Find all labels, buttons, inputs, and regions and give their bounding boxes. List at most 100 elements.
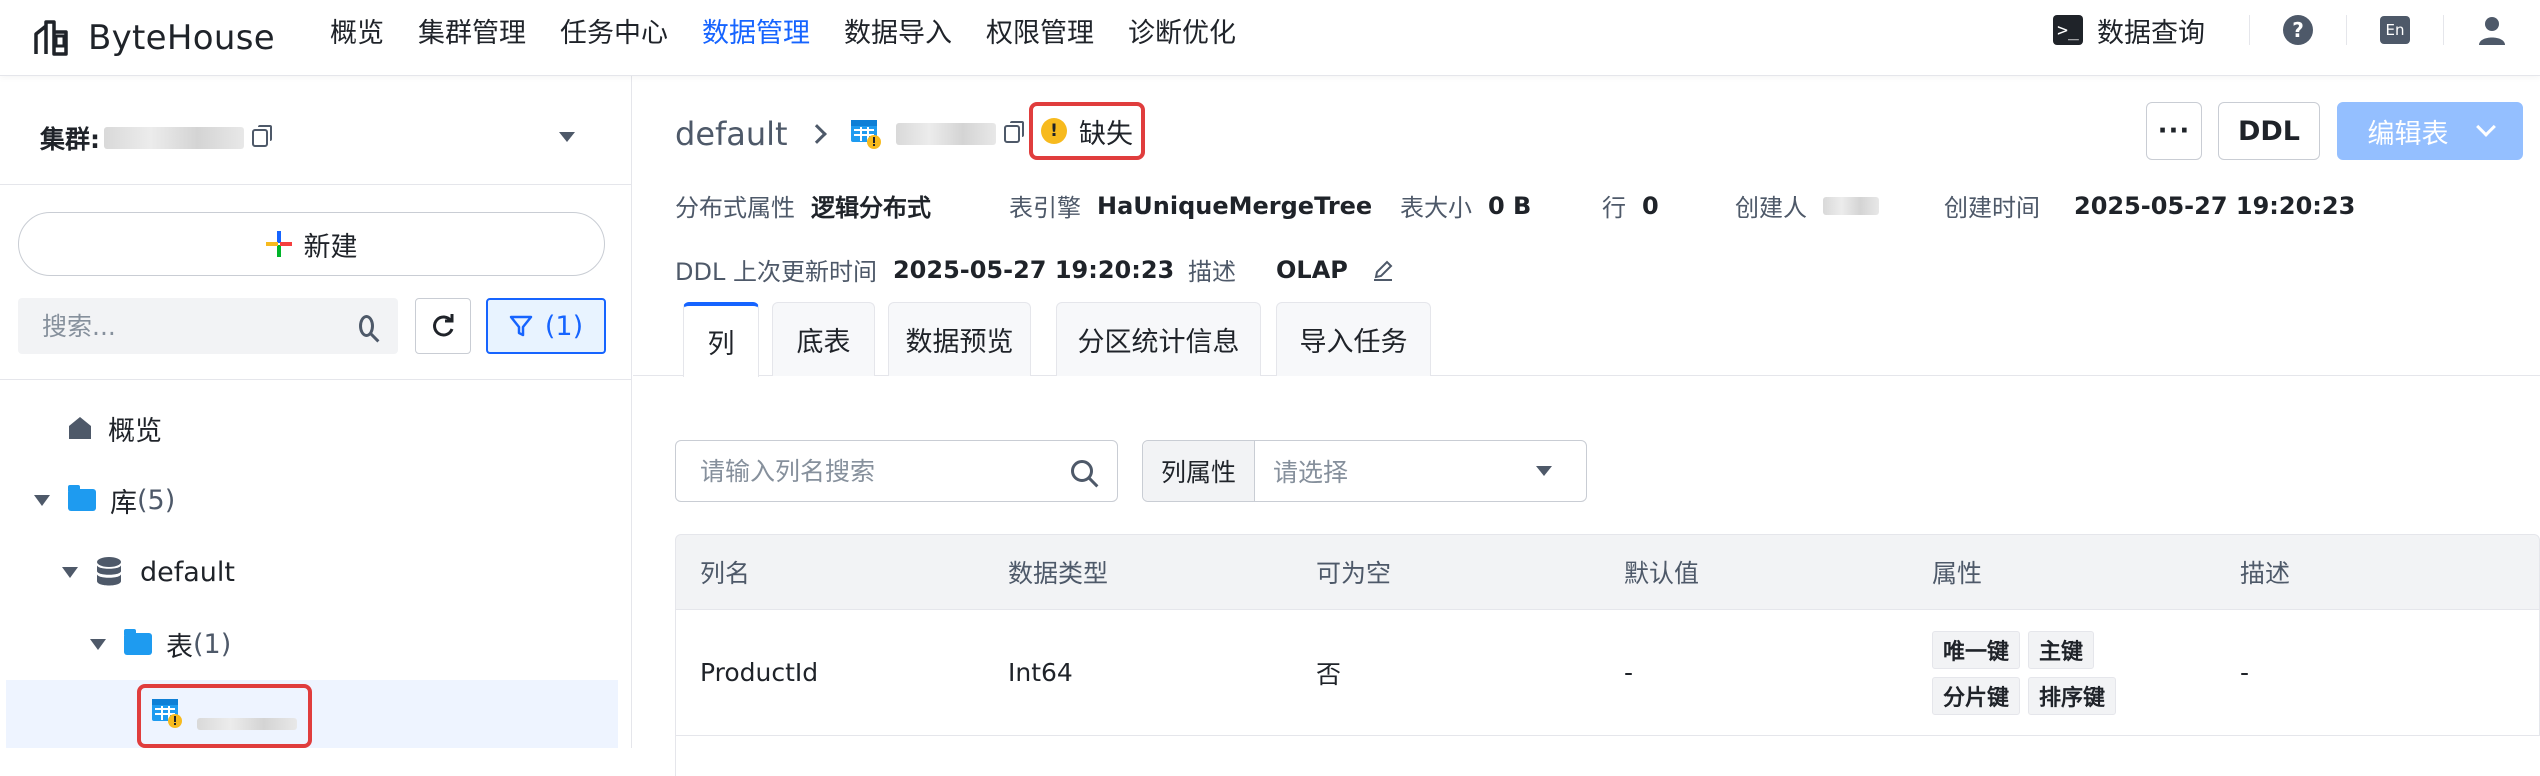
tag-shard-key: 分片键 bbox=[1932, 676, 2021, 715]
nav-item-tasks[interactable]: 任务中心 bbox=[560, 11, 668, 50]
table-warning-icon bbox=[850, 120, 881, 149]
terminal-icon: >_ bbox=[2053, 15, 2083, 45]
table-warning-icon bbox=[152, 699, 182, 728]
expand-arrow-icon[interactable] bbox=[34, 494, 50, 506]
column-attribute-select[interactable]: 列属性 请选择 bbox=[1142, 440, 1587, 502]
tree-item-label: default bbox=[140, 556, 236, 588]
edit-table-button[interactable]: 编辑表 bbox=[2337, 102, 2523, 160]
divider bbox=[2346, 15, 2347, 45]
meta-key: 分布式属性 bbox=[675, 194, 795, 222]
cluster-label: 集群: bbox=[40, 125, 100, 154]
divider bbox=[2249, 15, 2250, 45]
status-badge: ! 缺失 bbox=[1029, 102, 1145, 160]
meta-value: 0 B bbox=[1488, 191, 1532, 220]
help-button[interactable]: ? bbox=[2274, 15, 2322, 45]
tree-item-database[interactable]: default bbox=[62, 547, 235, 597]
tab-columns[interactable]: 列 bbox=[683, 302, 759, 377]
tab-partition-stats[interactable]: 分区统计信息 bbox=[1056, 302, 1261, 376]
column-search-input[interactable] bbox=[700, 456, 1071, 486]
top-right-tools: >_ 数据查询 ? En bbox=[2053, 0, 2540, 60]
help-icon: ? bbox=[2283, 15, 2313, 45]
user-menu-button[interactable] bbox=[2468, 14, 2516, 46]
tab-data-preview[interactable]: 数据预览 bbox=[888, 302, 1031, 376]
folder-icon bbox=[124, 629, 152, 655]
divider bbox=[0, 184, 631, 185]
refresh-icon bbox=[433, 314, 454, 337]
nav-item-data-management[interactable]: 数据管理 bbox=[702, 11, 810, 50]
status-label: 缺失 bbox=[1079, 118, 1133, 150]
table-name-redacted bbox=[895, 123, 996, 145]
data-query-label: 数据查询 bbox=[2097, 17, 2205, 49]
brand-name: ByteHouse bbox=[88, 18, 275, 58]
tree-item-label: 库 bbox=[110, 487, 137, 519]
search-icon[interactable] bbox=[359, 315, 374, 337]
header-data-type: 数据类型 bbox=[1008, 559, 1109, 588]
header-attributes: 属性 bbox=[1932, 559, 1983, 588]
bytehouse-logo-icon bbox=[34, 20, 68, 56]
chevron-right-icon bbox=[806, 124, 827, 144]
meta-rows: 行 0 bbox=[1602, 188, 1659, 223]
nav-item-clusters[interactable]: 集群管理 bbox=[418, 11, 526, 50]
copy-icon[interactable] bbox=[252, 125, 272, 147]
meta-key: DDL 上次更新时间 bbox=[675, 258, 877, 286]
plus-icon bbox=[265, 231, 292, 257]
tab-import-tasks[interactable]: 导入任务 bbox=[1276, 302, 1431, 376]
tree-item-overview[interactable]: 概览 bbox=[66, 403, 162, 453]
edit-table-label: 编辑表 bbox=[2367, 118, 2449, 150]
nav-item-data-import[interactable]: 数据导入 bbox=[844, 11, 952, 50]
meta-key: 描述 bbox=[1188, 258, 1236, 286]
new-button[interactable]: 新建 bbox=[18, 212, 605, 276]
highlight-box bbox=[137, 684, 312, 748]
divider bbox=[2443, 15, 2444, 45]
tree-item-table-selected[interactable] bbox=[6, 680, 618, 748]
meta-key: 创建人 bbox=[1735, 194, 1807, 222]
language-button[interactable]: En bbox=[2371, 16, 2419, 44]
meta-value: 0 bbox=[1642, 191, 1659, 220]
home-icon bbox=[69, 417, 91, 439]
chevron-down-icon[interactable] bbox=[559, 132, 575, 142]
meta-value: 2025-05-27 19:20:23 bbox=[892, 255, 1175, 284]
tree-item-libraries[interactable]: 库 (5) bbox=[34, 475, 175, 525]
more-button[interactable]: ··· bbox=[2146, 102, 2202, 160]
nav-item-overview[interactable]: 概览 bbox=[330, 11, 384, 50]
search-icon[interactable] bbox=[1071, 460, 1093, 482]
tab-base-table[interactable]: 底表 bbox=[772, 302, 875, 376]
column-attribute-placeholder[interactable]: 请选择 bbox=[1255, 453, 1536, 489]
filter-button[interactable]: (1) bbox=[486, 298, 606, 354]
meta-key: 创建时间 bbox=[1944, 194, 2040, 222]
filter-count: (1) bbox=[544, 310, 584, 342]
edit-pencil-icon[interactable] bbox=[1372, 259, 1394, 281]
table-row bbox=[675, 736, 2540, 776]
data-query-button[interactable]: >_ 数据查询 bbox=[2053, 11, 2205, 50]
meta-creator: 创建人 bbox=[1735, 188, 1879, 223]
meta-engine: 表引擎 HaUniqueMergeTree bbox=[1009, 188, 1372, 223]
copy-icon[interactable] bbox=[1003, 121, 1024, 143]
tab-bar: 列 底表 数据预览 分区统计信息 导入任务 bbox=[633, 300, 2540, 377]
table-row[interactable]: ProductId Int64 否 - 唯一键 主键 分片键 排序键 - bbox=[675, 610, 2540, 736]
breadcrumb: default bbox=[675, 106, 1024, 162]
new-button-label: 新建 bbox=[303, 231, 358, 263]
expand-arrow-icon[interactable] bbox=[62, 566, 78, 578]
nav-item-permissions[interactable]: 权限管理 bbox=[986, 11, 1094, 50]
tree-item-count: (1) bbox=[193, 628, 232, 660]
sidebar-search[interactable] bbox=[18, 298, 398, 354]
creator-redacted bbox=[1823, 196, 1879, 215]
breadcrumb-db[interactable]: default bbox=[675, 115, 788, 153]
cluster-selector[interactable]: 集群: bbox=[40, 116, 631, 160]
nav-item-diagnostics[interactable]: 诊断优化 bbox=[1128, 11, 1236, 50]
meta-value: 2025-05-27 19:20:23 bbox=[2074, 191, 2356, 220]
refresh-button[interactable] bbox=[415, 298, 471, 354]
expand-arrow-icon[interactable] bbox=[90, 638, 106, 650]
ddl-button[interactable]: DDL bbox=[2218, 102, 2320, 160]
chevron-down-icon[interactable] bbox=[1536, 466, 1552, 476]
attribute-tags: 唯一键 主键 分片键 排序键 bbox=[1932, 630, 2172, 715]
sidebar: 集群: 新建 (1) 概览 bbox=[0, 76, 632, 748]
folder-icon bbox=[68, 485, 96, 511]
tree-item-tables[interactable]: 表 (1) bbox=[90, 619, 231, 669]
top-bar: ByteHouse 概览 集群管理 任务中心 数据管理 数据导入 权限管理 诊断… bbox=[0, 0, 2540, 76]
column-search[interactable] bbox=[675, 440, 1118, 502]
chevron-down-icon bbox=[2475, 117, 2496, 137]
bytehouse-logo[interactable]: ByteHouse bbox=[32, 10, 275, 66]
sidebar-search-input[interactable] bbox=[42, 311, 359, 341]
cell-nullable: 否 bbox=[1316, 659, 1342, 689]
